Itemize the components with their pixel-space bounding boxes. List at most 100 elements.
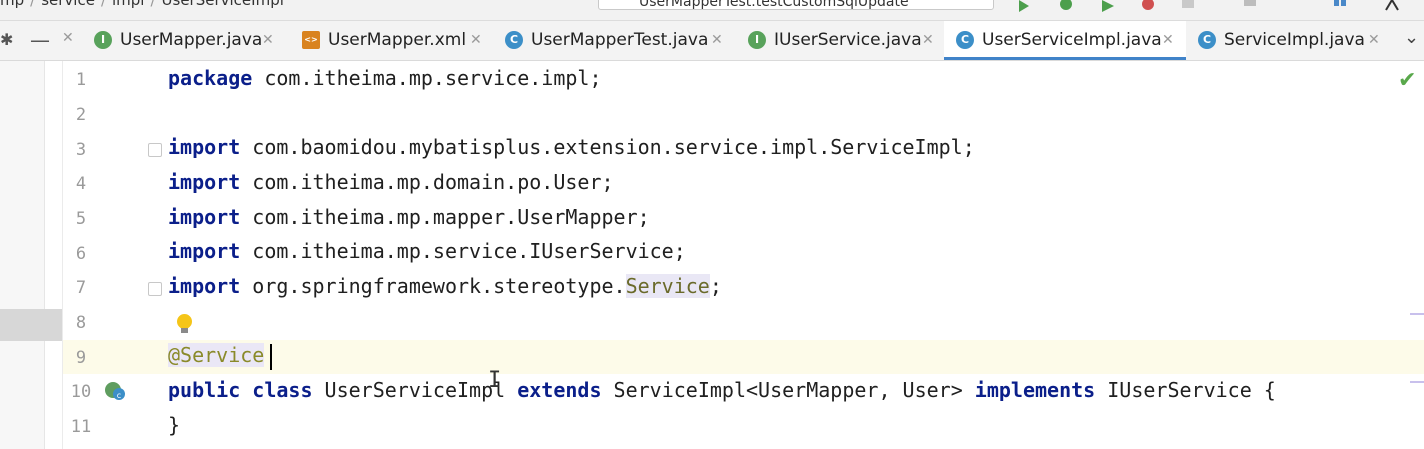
keyword: import xyxy=(168,205,241,229)
editor-tabs: ✱ — ✕ I UserMapper.java ✕ <> UserMapper.… xyxy=(0,21,1424,61)
keyword: public xyxy=(168,378,241,402)
close-icon[interactable]: ✕ xyxy=(922,21,934,60)
tab-usermappertest-java[interactable]: C UserMapperTest.java ✕ xyxy=(505,21,737,60)
line-number: 10 xyxy=(70,382,92,402)
close-icon[interactable]: ✕ xyxy=(62,30,74,46)
code-text: IUserService { xyxy=(1095,378,1276,402)
line-number: 5 xyxy=(75,209,87,229)
checkmark-icon[interactable]: ✔ xyxy=(1398,68,1416,93)
editor-gutter xyxy=(44,61,149,449)
current-line-highlight xyxy=(63,340,1424,374)
code-line-11[interactable]: } xyxy=(168,413,180,437)
translate-icon[interactable] xyxy=(1384,0,1400,12)
svg-text:c: c xyxy=(117,391,121,400)
class-name: UserServiceImpl xyxy=(312,378,518,402)
project-structure-icon[interactable] xyxy=(1332,0,1348,12)
code-text: org.springframework.stereotype. xyxy=(240,274,626,298)
code-text: com.baomidou.mybatisplus.extension.servi… xyxy=(240,135,975,159)
code-text: com.itheima.mp.domain.po.User; xyxy=(240,170,614,194)
code-line-7[interactable]: import org.springframework.stereotype.Se… xyxy=(168,274,722,298)
highlighted-reference: Service xyxy=(625,274,710,298)
implements-gutter-icon[interactable]: c xyxy=(104,381,126,401)
run-configuration-label: UserMapperTest.testCustomSqlUpdate xyxy=(639,0,909,10)
scrollbar-marker[interactable] xyxy=(1410,313,1424,315)
tab-label: IUserService.java xyxy=(774,30,922,50)
tab-label: UserMapperTest.java xyxy=(531,30,709,50)
tab-label: ServiceImpl.java xyxy=(1224,30,1365,50)
code-line-10[interactable]: public class UserServiceImpl extends Ser… xyxy=(168,378,1276,402)
keyword: import xyxy=(168,170,241,194)
code-line-3[interactable]: import com.baomidou.mybatisplus.extensio… xyxy=(168,135,975,159)
close-icon[interactable]: ✕ xyxy=(1368,21,1380,60)
breadcrumb-item[interactable]: service xyxy=(41,0,95,9)
run-icon[interactable] xyxy=(1016,0,1032,12)
code-line-4[interactable]: import com.itheima.mp.domain.po.User; xyxy=(168,170,614,194)
fold-marker-icon[interactable] xyxy=(148,282,162,296)
keyword: class xyxy=(252,378,313,402)
tab-label: UserServiceImpl.java xyxy=(982,30,1162,50)
keyword: import xyxy=(168,239,241,263)
tab-usermapper-xml[interactable]: <> UserMapper.xml ✕ xyxy=(302,21,498,60)
debug-icon[interactable] xyxy=(1058,0,1074,12)
line-number: 4 xyxy=(75,174,87,194)
line-number: 3 xyxy=(75,140,87,160)
settings-icon[interactable]: ✱ xyxy=(0,30,13,49)
code-line-6[interactable]: import com.itheima.mp.service.IUserServi… xyxy=(168,239,686,263)
line-number: 8 xyxy=(75,313,87,333)
tab-usermapper-java[interactable]: I UserMapper.java ✕ xyxy=(94,21,294,60)
line-number: 9 xyxy=(75,348,87,368)
breadcrumb-item[interactable]: UserServiceImpl xyxy=(162,0,284,9)
code-text: ServiceImpl<UserMapper, User> xyxy=(601,378,975,402)
xml-file-icon: <> xyxy=(302,31,320,49)
close-icon[interactable]: ✕ xyxy=(470,21,482,60)
coverage-icon[interactable] xyxy=(1100,0,1116,12)
annotation-at: @ xyxy=(168,343,181,367)
class-icon: C xyxy=(1198,31,1216,49)
profile-icon[interactable] xyxy=(1140,0,1156,12)
line-number: 11 xyxy=(70,417,92,437)
run-configuration-select[interactable]: UserMapperTest.testCustomSqlUpdate xyxy=(598,0,994,10)
code-line-9[interactable]: @Service xyxy=(168,343,265,367)
code-text: ; xyxy=(709,274,722,298)
code-text: com.itheima.mp.service.impl; xyxy=(252,66,602,90)
close-icon[interactable]: ✕ xyxy=(262,21,274,60)
code-line-1[interactable]: package com.itheima.mp.service.impl; xyxy=(168,66,602,90)
toolbar-icon[interactable] xyxy=(1242,0,1258,12)
breadcrumb: mp / service / impl / UserServiceImpl xyxy=(0,0,284,9)
keyword: package xyxy=(168,66,253,90)
line-number: 1 xyxy=(75,70,87,90)
tab-iuserservice-java[interactable]: I IUserService.java ✕ xyxy=(748,21,942,60)
test-class-icon: C xyxy=(505,31,523,49)
breadcrumb-item[interactable]: impl xyxy=(112,0,144,9)
breadcrumb-item[interactable]: mp xyxy=(0,0,24,9)
close-icon[interactable]: ✕ xyxy=(1162,21,1174,60)
close-icon[interactable]: ✕ xyxy=(711,21,723,60)
tab-userserviceimpl-java[interactable]: C UserServiceImpl.java ✕ xyxy=(944,21,1186,60)
code-text: } xyxy=(168,413,181,437)
code-text: com.itheima.mp.mapper.UserMapper; xyxy=(240,205,650,229)
gutter-separator xyxy=(62,61,63,449)
code-line-5[interactable]: import com.itheima.mp.mapper.UserMapper; xyxy=(168,205,650,229)
line-number: 2 xyxy=(75,105,87,125)
keyword: import xyxy=(168,135,241,159)
lightbulb-icon[interactable] xyxy=(177,314,192,329)
interface-icon: I xyxy=(94,31,112,49)
stop-icon[interactable] xyxy=(1180,0,1196,12)
fold-marker-icon[interactable] xyxy=(148,143,162,157)
tab-label: UserMapper.xml xyxy=(328,30,467,50)
tab-serviceimpl-java[interactable]: C ServiceImpl.java ✕ xyxy=(1198,21,1394,60)
navigation-bar: mp / service / impl / UserServiceImpl UserMapp… xyxy=(0,0,1424,21)
interface-icon: I xyxy=(748,31,766,49)
tab-label: UserMapper.java xyxy=(120,30,263,50)
text-caret xyxy=(270,344,272,370)
code-text: com.itheima.mp.service.IUserService; xyxy=(240,239,686,263)
line-number: 6 xyxy=(75,244,87,264)
keyword: implements xyxy=(974,378,1096,402)
line-number: 7 xyxy=(75,278,87,298)
side-panel-strip xyxy=(0,61,44,449)
hide-icon[interactable]: — xyxy=(30,28,50,52)
chevron-down-icon[interactable]: ⌄ xyxy=(1404,27,1419,48)
breadcrumb-separator: / xyxy=(30,0,36,9)
class-icon: C xyxy=(956,31,974,49)
scrollbar-marker[interactable] xyxy=(1410,381,1424,383)
